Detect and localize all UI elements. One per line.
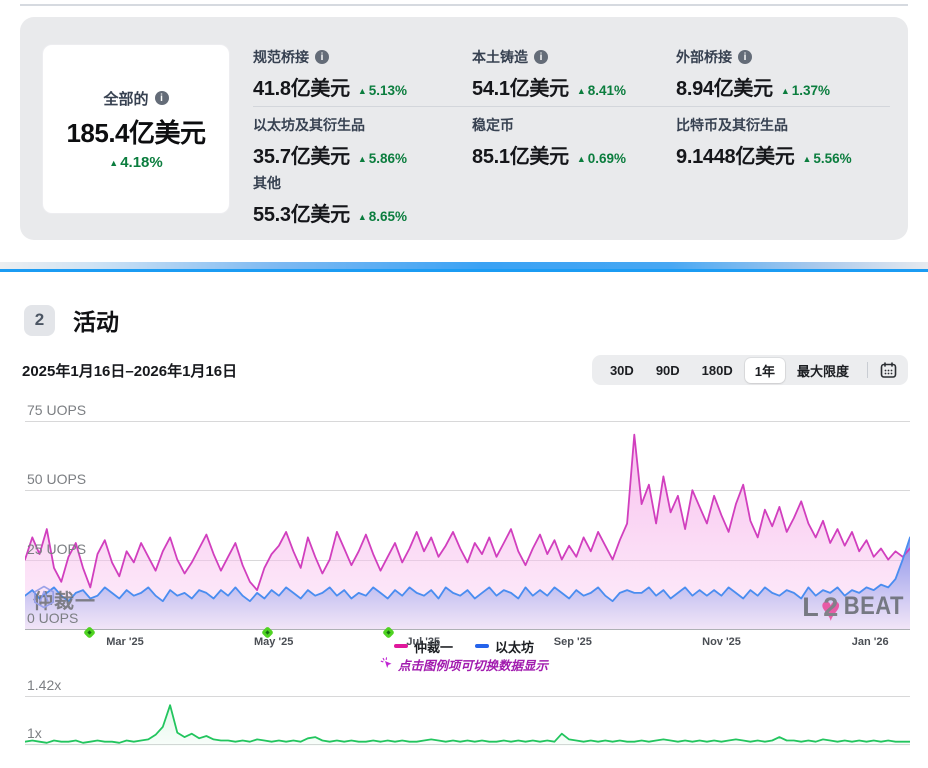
stat-label: 规范桥接	[253, 47, 309, 67]
legend-swatch-blue	[475, 644, 489, 648]
range-option-1y[interactable]: 1年	[745, 358, 785, 383]
x-axis-label: Mar '25	[106, 636, 143, 648]
legend-label: 以太坊	[495, 637, 534, 656]
info-icon[interactable]	[315, 50, 329, 64]
total-label: 全部的	[103, 88, 148, 109]
x-axis-label: Jul '25	[406, 636, 440, 648]
range-separator	[867, 362, 868, 378]
legend-hint-text: 点击图例项可切换数据显示	[398, 655, 548, 674]
stat-external: 外部桥接 8.94亿美元 1.37%	[676, 45, 890, 99]
stat-value: 41.8亿美元	[253, 72, 350, 101]
section-divider	[0, 262, 928, 272]
stat-label: 以太坊及其衍生品	[253, 115, 365, 135]
calendar-icon[interactable]	[876, 358, 900, 382]
chart-canvas[interactable]	[25, 397, 910, 629]
stat-stablecoin: 稳定币 85.1亿美元 0.69%	[472, 113, 676, 171]
cursor-click-icon	[380, 657, 394, 671]
range-option-30d[interactable]: 30D	[600, 360, 644, 381]
date-range-label: 2025年1月16日–2026年1月16日	[20, 360, 237, 381]
stat-native: 本土铸造 54.1亿美元 8.41%	[472, 45, 676, 99]
l2beat-logo: L2BEAT	[802, 592, 904, 623]
stat-change: 5.56%	[802, 151, 851, 166]
section-number-badge: 2	[24, 305, 55, 336]
info-icon[interactable]	[534, 50, 548, 64]
stat-change: 1.37%	[781, 83, 830, 98]
arbitrum-logo-icon	[33, 585, 55, 609]
x-axis-label: Sep '25	[554, 636, 592, 648]
stat-ether: 以太坊及其衍生品 35.7亿美元 5.86%	[253, 113, 472, 171]
range-option-180d[interactable]: 180D	[692, 360, 743, 381]
stat-change: 8.41%	[577, 83, 626, 98]
y-axis-label: 0 UOPS	[27, 610, 78, 629]
chart-canvas[interactable]	[25, 678, 910, 746]
stat-value: 85.1亿美元	[472, 140, 569, 169]
activity-chart[interactable]: 仲裁一 L2BEAT 75 UOPS50 UOPS25 UOPS0 UOPSMa…	[25, 397, 910, 630]
y-axis-label: 50 UOPS	[27, 471, 86, 490]
stat-change: 0.69%	[577, 151, 626, 166]
stat-label: 比特币及其衍生品	[676, 115, 788, 135]
stat-label: 外部桥接	[676, 47, 732, 67]
stat-label: 本土铸造	[472, 47, 528, 67]
stat-value: 9.1448亿美元	[676, 140, 794, 169]
legend-hint: 点击图例项可切换数据显示	[0, 656, 928, 672]
y-axis-label: 1x	[27, 725, 42, 744]
stat-value: 55.3亿美元	[253, 198, 350, 227]
top-divider	[20, 4, 908, 6]
range-option-max[interactable]: 最大限度	[787, 358, 859, 383]
range-option-90d[interactable]: 90D	[646, 360, 690, 381]
x-axis-label: Jan '26	[852, 636, 889, 648]
section-title: 活动	[73, 303, 119, 337]
stat-label: 其他	[253, 173, 281, 193]
time-range-selector: 30D 90D 180D 1年 最大限度	[592, 355, 908, 385]
heart-icon: 2	[818, 592, 844, 623]
total-value-box: 全部的 185.4亿美元 4.18%	[42, 44, 230, 214]
stat-label: 稳定币	[472, 115, 514, 135]
stat-change: 8.65%	[358, 209, 407, 224]
stat-value: 8.94亿美元	[676, 72, 773, 101]
x-axis-label: May '25	[254, 636, 293, 648]
x-axis-label: Nov '25	[702, 636, 741, 648]
stat-value: 35.7亿美元	[253, 140, 350, 169]
stat-bitcoin: 比特币及其衍生品 9.1448亿美元 5.56%	[676, 113, 890, 171]
stat-other: 其他 55.3亿美元 8.65%	[253, 171, 472, 227]
stat-change: 5.86%	[358, 151, 407, 166]
stats-divider	[253, 106, 890, 107]
page: 全部的 185.4亿美元 4.18% 规范桥接 41.8亿美元 5.13% 本土铸…	[0, 4, 928, 768]
stat-canonical: 规范桥接 41.8亿美元 5.13%	[253, 45, 472, 99]
total-change: 4.18%	[109, 154, 162, 171]
info-icon[interactable]	[738, 50, 752, 64]
legend-item-ethereum[interactable]: 以太坊	[475, 637, 534, 656]
y-axis-label: 1.42x	[27, 677, 61, 696]
ratio-chart[interactable]: 1.42x 1x	[25, 678, 910, 746]
info-icon[interactable]	[155, 91, 169, 105]
stats-grid: 规范桥接 41.8亿美元 5.13% 本土铸造 54.1亿美元 8.41% 外部桥接…	[253, 45, 890, 226]
total-value: 185.4亿美元	[66, 113, 205, 150]
stat-change: 5.13%	[358, 83, 407, 98]
y-axis-label: 75 UOPS	[27, 402, 86, 421]
value-summary-card: 全部的 185.4亿美元 4.18% 规范桥接 41.8亿美元 5.13% 本土铸…	[20, 17, 908, 240]
y-axis-label: 25 UOPS	[27, 541, 86, 560]
stat-value: 54.1亿美元	[472, 72, 569, 101]
